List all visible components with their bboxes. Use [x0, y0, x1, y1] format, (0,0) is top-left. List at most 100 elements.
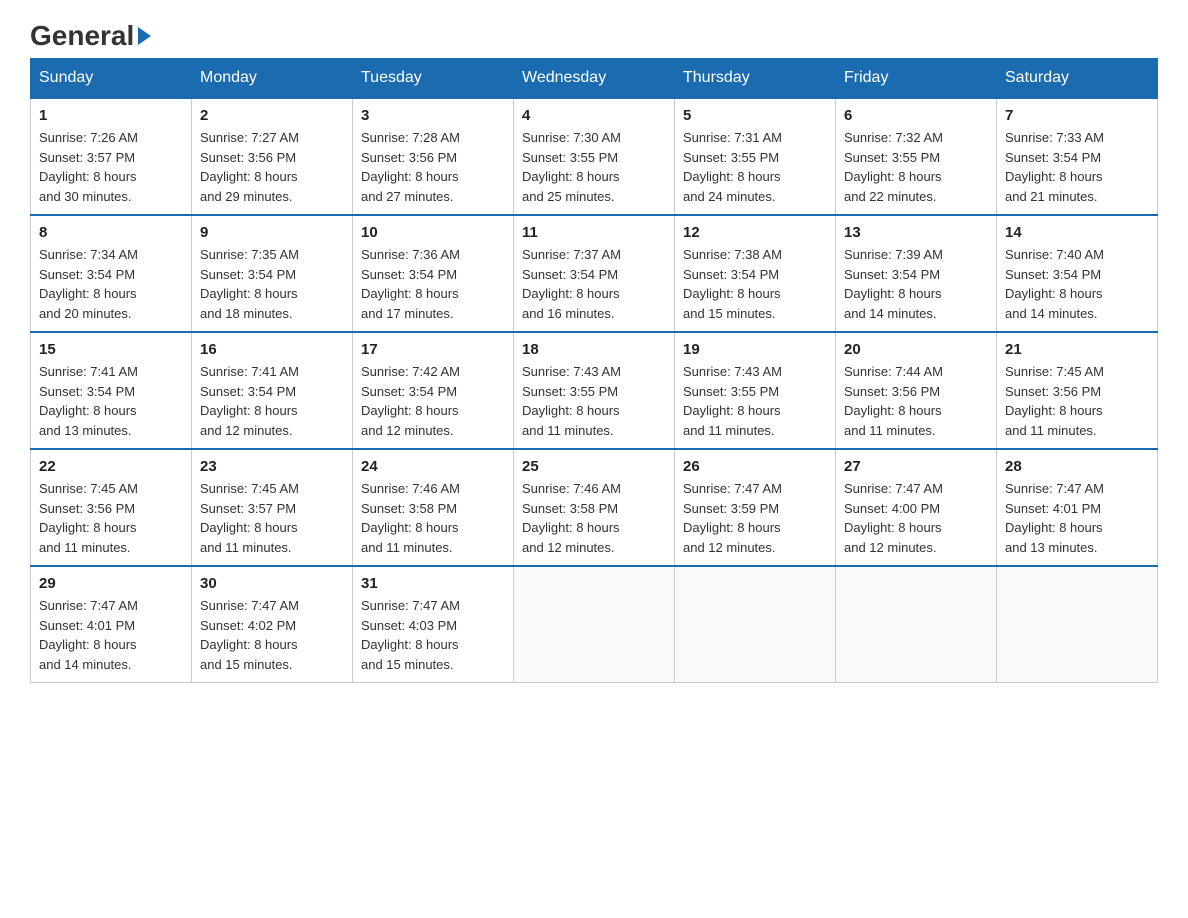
logo-general: General	[30, 20, 134, 52]
day-info: Sunrise: 7:46 AMSunset: 3:58 PMDaylight:…	[361, 479, 505, 557]
day-number: 12	[683, 224, 827, 241]
calendar-cell: 21 Sunrise: 7:45 AMSunset: 3:56 PMDaylig…	[997, 332, 1158, 449]
day-info: Sunrise: 7:47 AMSunset: 4:00 PMDaylight:…	[844, 479, 988, 557]
calendar-cell: 3 Sunrise: 7:28 AMSunset: 3:56 PMDayligh…	[353, 98, 514, 215]
calendar-cell	[836, 566, 997, 683]
day-number: 19	[683, 341, 827, 358]
day-info: Sunrise: 7:47 AMSunset: 4:02 PMDaylight:…	[200, 596, 344, 674]
day-info: Sunrise: 7:27 AMSunset: 3:56 PMDaylight:…	[200, 128, 344, 206]
calendar-cell: 17 Sunrise: 7:42 AMSunset: 3:54 PMDaylig…	[353, 332, 514, 449]
day-info: Sunrise: 7:39 AMSunset: 3:54 PMDaylight:…	[844, 245, 988, 323]
day-info: Sunrise: 7:36 AMSunset: 3:54 PMDaylight:…	[361, 245, 505, 323]
calendar-cell: 24 Sunrise: 7:46 AMSunset: 3:58 PMDaylig…	[353, 449, 514, 566]
day-info: Sunrise: 7:33 AMSunset: 3:54 PMDaylight:…	[1005, 128, 1149, 206]
calendar-cell: 25 Sunrise: 7:46 AMSunset: 3:58 PMDaylig…	[514, 449, 675, 566]
day-info: Sunrise: 7:43 AMSunset: 3:55 PMDaylight:…	[683, 362, 827, 440]
calendar-cell: 18 Sunrise: 7:43 AMSunset: 3:55 PMDaylig…	[514, 332, 675, 449]
calendar-week-1: 1 Sunrise: 7:26 AMSunset: 3:57 PMDayligh…	[31, 98, 1158, 215]
calendar-cell	[997, 566, 1158, 683]
day-number: 22	[39, 458, 183, 475]
day-number: 20	[844, 341, 988, 358]
calendar-cell: 7 Sunrise: 7:33 AMSunset: 3:54 PMDayligh…	[997, 98, 1158, 215]
calendar-cell: 29 Sunrise: 7:47 AMSunset: 4:01 PMDaylig…	[31, 566, 192, 683]
weekday-header-sunday: Sunday	[31, 59, 192, 99]
calendar-cell: 31 Sunrise: 7:47 AMSunset: 4:03 PMDaylig…	[353, 566, 514, 683]
calendar-cell: 22 Sunrise: 7:45 AMSunset: 3:56 PMDaylig…	[31, 449, 192, 566]
day-info: Sunrise: 7:46 AMSunset: 3:58 PMDaylight:…	[522, 479, 666, 557]
calendar-cell: 9 Sunrise: 7:35 AMSunset: 3:54 PMDayligh…	[192, 215, 353, 332]
logo-arrow-icon	[138, 27, 151, 45]
calendar-cell	[514, 566, 675, 683]
day-number: 23	[200, 458, 344, 475]
day-number: 27	[844, 458, 988, 475]
calendar-week-3: 15 Sunrise: 7:41 AMSunset: 3:54 PMDaylig…	[31, 332, 1158, 449]
weekday-header-monday: Monday	[192, 59, 353, 99]
day-number: 4	[522, 107, 666, 124]
day-info: Sunrise: 7:35 AMSunset: 3:54 PMDaylight:…	[200, 245, 344, 323]
day-info: Sunrise: 7:45 AMSunset: 3:57 PMDaylight:…	[200, 479, 344, 557]
day-info: Sunrise: 7:40 AMSunset: 3:54 PMDaylight:…	[1005, 245, 1149, 323]
calendar-header-row: SundayMondayTuesdayWednesdayThursdayFrid…	[31, 59, 1158, 99]
day-number: 14	[1005, 224, 1149, 241]
day-number: 16	[200, 341, 344, 358]
calendar-cell: 30 Sunrise: 7:47 AMSunset: 4:02 PMDaylig…	[192, 566, 353, 683]
day-number: 25	[522, 458, 666, 475]
weekday-header-friday: Friday	[836, 59, 997, 99]
day-number: 8	[39, 224, 183, 241]
logo: General	[30, 20, 151, 48]
calendar-cell: 14 Sunrise: 7:40 AMSunset: 3:54 PMDaylig…	[997, 215, 1158, 332]
day-number: 17	[361, 341, 505, 358]
day-number: 15	[39, 341, 183, 358]
calendar-cell: 16 Sunrise: 7:41 AMSunset: 3:54 PMDaylig…	[192, 332, 353, 449]
day-info: Sunrise: 7:41 AMSunset: 3:54 PMDaylight:…	[200, 362, 344, 440]
day-info: Sunrise: 7:47 AMSunset: 4:01 PMDaylight:…	[39, 596, 183, 674]
weekday-header-thursday: Thursday	[675, 59, 836, 99]
day-info: Sunrise: 7:30 AMSunset: 3:55 PMDaylight:…	[522, 128, 666, 206]
day-number: 11	[522, 224, 666, 241]
calendar-cell: 12 Sunrise: 7:38 AMSunset: 3:54 PMDaylig…	[675, 215, 836, 332]
day-number: 13	[844, 224, 988, 241]
day-info: Sunrise: 7:47 AMSunset: 4:03 PMDaylight:…	[361, 596, 505, 674]
day-info: Sunrise: 7:42 AMSunset: 3:54 PMDaylight:…	[361, 362, 505, 440]
day-number: 2	[200, 107, 344, 124]
day-number: 30	[200, 575, 344, 592]
day-info: Sunrise: 7:37 AMSunset: 3:54 PMDaylight:…	[522, 245, 666, 323]
weekday-header-saturday: Saturday	[997, 59, 1158, 99]
day-info: Sunrise: 7:31 AMSunset: 3:55 PMDaylight:…	[683, 128, 827, 206]
day-number: 24	[361, 458, 505, 475]
calendar-cell	[675, 566, 836, 683]
calendar-table: SundayMondayTuesdayWednesdayThursdayFrid…	[30, 58, 1158, 683]
day-number: 9	[200, 224, 344, 241]
day-info: Sunrise: 7:38 AMSunset: 3:54 PMDaylight:…	[683, 245, 827, 323]
calendar-cell: 5 Sunrise: 7:31 AMSunset: 3:55 PMDayligh…	[675, 98, 836, 215]
calendar-cell: 28 Sunrise: 7:47 AMSunset: 4:01 PMDaylig…	[997, 449, 1158, 566]
calendar-week-4: 22 Sunrise: 7:45 AMSunset: 3:56 PMDaylig…	[31, 449, 1158, 566]
day-number: 7	[1005, 107, 1149, 124]
calendar-cell: 15 Sunrise: 7:41 AMSunset: 3:54 PMDaylig…	[31, 332, 192, 449]
calendar-cell: 20 Sunrise: 7:44 AMSunset: 3:56 PMDaylig…	[836, 332, 997, 449]
calendar-cell: 23 Sunrise: 7:45 AMSunset: 3:57 PMDaylig…	[192, 449, 353, 566]
calendar-cell: 11 Sunrise: 7:37 AMSunset: 3:54 PMDaylig…	[514, 215, 675, 332]
weekday-header-tuesday: Tuesday	[353, 59, 514, 99]
page-header: General	[30, 20, 1158, 48]
day-number: 28	[1005, 458, 1149, 475]
calendar-week-2: 8 Sunrise: 7:34 AMSunset: 3:54 PMDayligh…	[31, 215, 1158, 332]
calendar-week-5: 29 Sunrise: 7:47 AMSunset: 4:01 PMDaylig…	[31, 566, 1158, 683]
calendar-cell: 1 Sunrise: 7:26 AMSunset: 3:57 PMDayligh…	[31, 98, 192, 215]
day-number: 1	[39, 107, 183, 124]
day-number: 21	[1005, 341, 1149, 358]
day-number: 10	[361, 224, 505, 241]
day-number: 6	[844, 107, 988, 124]
day-info: Sunrise: 7:41 AMSunset: 3:54 PMDaylight:…	[39, 362, 183, 440]
day-info: Sunrise: 7:32 AMSunset: 3:55 PMDaylight:…	[844, 128, 988, 206]
day-info: Sunrise: 7:47 AMSunset: 4:01 PMDaylight:…	[1005, 479, 1149, 557]
day-number: 3	[361, 107, 505, 124]
day-info: Sunrise: 7:45 AMSunset: 3:56 PMDaylight:…	[1005, 362, 1149, 440]
calendar-cell: 27 Sunrise: 7:47 AMSunset: 4:00 PMDaylig…	[836, 449, 997, 566]
day-number: 26	[683, 458, 827, 475]
day-info: Sunrise: 7:28 AMSunset: 3:56 PMDaylight:…	[361, 128, 505, 206]
day-info: Sunrise: 7:34 AMSunset: 3:54 PMDaylight:…	[39, 245, 183, 323]
day-number: 5	[683, 107, 827, 124]
calendar-cell: 10 Sunrise: 7:36 AMSunset: 3:54 PMDaylig…	[353, 215, 514, 332]
day-number: 31	[361, 575, 505, 592]
